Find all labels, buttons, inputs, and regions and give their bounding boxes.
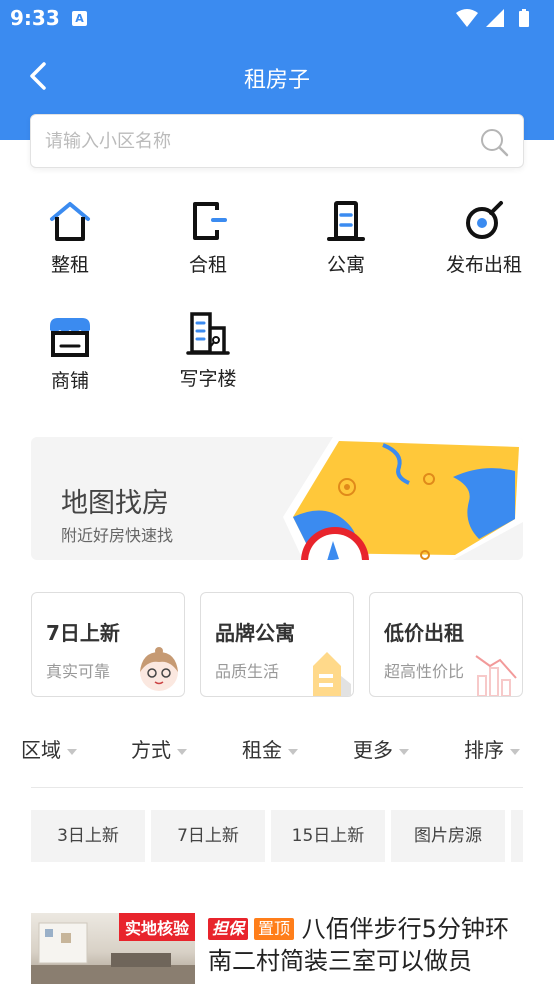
filter-region[interactable]: 区域 <box>21 734 77 763</box>
promo-card-subtitle: 超高性价比 <box>384 662 465 681</box>
nav-bar: 租房子 <box>0 50 554 102</box>
category-label: 合租 <box>188 254 227 276</box>
status-bar: 9:33 A <box>0 0 554 36</box>
category-whole-rent[interactable]: 整租 <box>10 198 130 277</box>
filter-label: 租金 <box>242 738 282 762</box>
promo-card-subtitle: 真实可靠 <box>46 662 111 681</box>
chip-new-7days[interactable]: 7日上新 <box>151 810 265 862</box>
map-banner-subtitle: 附近好房快速找 <box>61 526 174 545</box>
category-label: 整租 <box>50 254 89 276</box>
office-building-icon <box>186 312 230 355</box>
price-chart-icon <box>475 655 517 696</box>
map-search-banner[interactable]: 地图找房 附近好房快速找 <box>31 437 523 560</box>
promo-card-brand-apartment[interactable]: 品牌公寓 品质生活 <box>200 592 354 697</box>
agent-avatar-icon <box>140 647 178 691</box>
signal-icon <box>486 9 504 27</box>
house-icon <box>50 202 90 241</box>
promo-card-title: 低价出租 <box>384 621 464 645</box>
filter-label: 排序 <box>464 738 504 762</box>
triangle-down-icon <box>510 748 520 755</box>
shared-room-icon <box>193 202 227 240</box>
category-label: 公寓 <box>326 254 365 276</box>
promo-card-title: 品牌公寓 <box>215 621 295 645</box>
verified-badge: 实地核验 <box>118 913 195 941</box>
category-label: 发布出租 <box>445 254 522 276</box>
chip-photo-listings[interactable]: 图片房源 <box>391 810 505 862</box>
notification-icon: A <box>72 11 87 26</box>
category-apartment[interactable]: 公寓 <box>286 198 406 277</box>
divider <box>31 787 523 788</box>
page-title: 租房子 <box>243 68 310 93</box>
category-shared-rent[interactable]: 合租 <box>148 198 268 277</box>
filter-label: 区域 <box>21 738 61 762</box>
publish-icon <box>466 201 503 239</box>
promo-card-title: 7日上新 <box>46 621 120 645</box>
triangle-down-icon <box>288 748 298 755</box>
wifi-icon <box>456 9 478 27</box>
chip-new-3days[interactable]: 3日上新 <box>31 810 145 862</box>
promo-card-low-price[interactable]: 低价出租 超高性价比 <box>369 592 523 697</box>
filter-more[interactable]: 更多 <box>353 734 409 763</box>
triangle-down-icon <box>67 748 77 755</box>
promo-card-new-7days[interactable]: 7日上新 真实可靠 <box>31 592 185 697</box>
top-badge: 置顶 <box>254 918 295 940</box>
battery-icon <box>519 9 529 27</box>
search-icon[interactable] <box>479 127 509 157</box>
category-office[interactable]: 写字楼 <box>148 310 268 391</box>
building-illustration-icon <box>313 652 351 696</box>
search-input[interactable] <box>45 123 465 159</box>
search-box[interactable] <box>30 114 524 168</box>
filter-label: 更多 <box>353 738 393 762</box>
filter-rent[interactable]: 租金 <box>242 734 298 763</box>
apartment-icon <box>327 201 365 241</box>
guarantee-badge: 担保 <box>208 918 249 940</box>
category-publish-rent[interactable]: 发布出租 <box>424 198 544 277</box>
promo-card-subtitle: 品质生活 <box>215 662 280 681</box>
listing-title-block: 担保 置顶 八佰伴步行5分钟环南二村简装三室可以做员 <box>208 913 528 977</box>
triangle-down-icon <box>177 748 187 755</box>
status-icons <box>456 9 529 27</box>
triangle-down-icon <box>399 748 409 755</box>
chip-overflow[interactable] <box>511 810 523 862</box>
filter-bar: 区域 方式 租金 更多 排序 <box>0 726 554 772</box>
chip-new-15days[interactable]: 15日上新 <box>271 810 385 862</box>
category-label: 商铺 <box>50 370 89 392</box>
map-illustration-icon <box>283 437 523 560</box>
filter-sort[interactable]: 排序 <box>464 734 520 763</box>
shop-icon <box>50 318 90 357</box>
listing-photo: 实地核验 <box>31 913 195 984</box>
filter-label: 方式 <box>131 738 171 762</box>
status-time: 9:33 <box>10 6 60 30</box>
listing-item[interactable]: 实地核验 担保 置顶 八佰伴步行5分钟环南二村简装三室可以做员 <box>31 913 523 984</box>
map-banner-title: 地图找房 <box>61 488 169 519</box>
filter-type[interactable]: 方式 <box>131 734 187 763</box>
category-label: 写字楼 <box>179 368 237 390</box>
category-shop[interactable]: 商铺 <box>10 312 130 393</box>
